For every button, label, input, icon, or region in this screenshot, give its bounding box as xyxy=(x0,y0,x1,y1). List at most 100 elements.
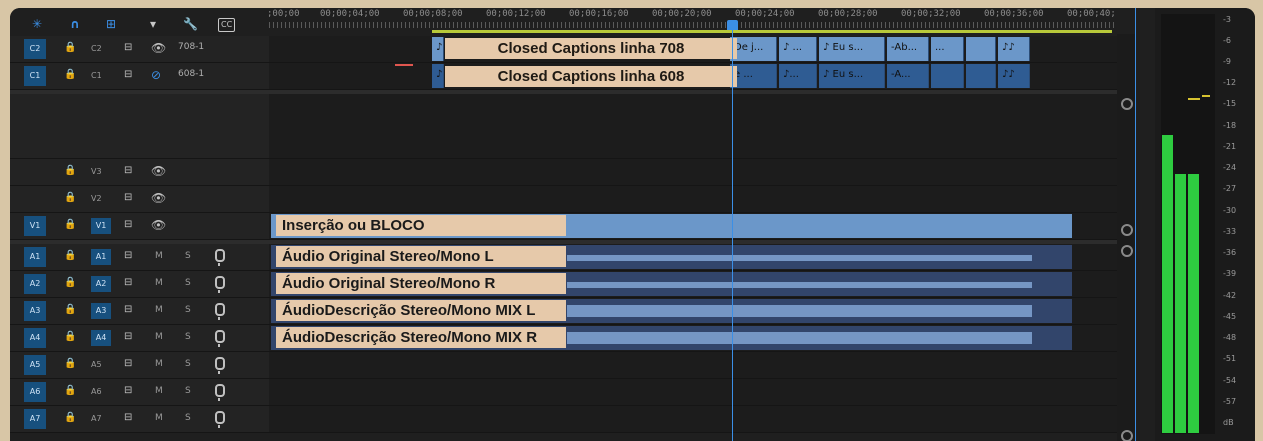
track-header-a1[interactable]: A1 🔒 A1 ⊟ M S xyxy=(10,244,269,271)
lock-icon[interactable]: 🔒 xyxy=(64,386,76,396)
eye-icon[interactable]: 👁 xyxy=(151,42,166,54)
lock-icon[interactable]: 🔒 xyxy=(64,359,76,369)
track-header-a2[interactable]: A2 🔒 A2 ⊟ M S xyxy=(10,271,269,298)
lock-icon[interactable]: 🔒 xyxy=(64,70,76,80)
mute-button[interactable]: M xyxy=(155,251,163,261)
track-target-a6[interactable]: A6 xyxy=(24,382,46,402)
lock-icon[interactable]: 🔒 xyxy=(64,43,76,53)
lane-v1[interactable]: Inserção ou BLOCO xyxy=(269,213,1117,240)
sync-lock-icon[interactable]: ⊟ xyxy=(124,278,132,288)
track-target-a1[interactable]: A1 xyxy=(24,247,46,267)
microphone-icon[interactable] xyxy=(215,411,225,428)
track-header-v1[interactable]: V1 🔒 V1 ⊟ 👁 xyxy=(10,213,269,240)
lane-c1[interactable]: ♪ e ... ♪... ♪ Eu s... -A... ♪♪ Closed C… xyxy=(269,63,1117,90)
track-target-a2[interactable]: A2 xyxy=(24,274,46,294)
track-target-a4[interactable]: A4 xyxy=(24,328,46,348)
playhead-handle[interactable] xyxy=(727,20,738,30)
sync-lock-icon[interactable]: ⊟ xyxy=(124,305,132,315)
sync-lock-icon[interactable]: ⊟ xyxy=(124,332,132,342)
caption-block[interactable]: ♪ Eu s... xyxy=(819,64,885,88)
vertical-scrollbar[interactable] xyxy=(1117,34,1135,441)
lane-c2[interactable]: ♪ De j... ♪ ... ♪ Eu s... -Ab... ... ♪♪ … xyxy=(269,36,1117,63)
eye-icon[interactable]: 👁 xyxy=(151,192,166,204)
eye-icon[interactable]: 👁 xyxy=(151,165,166,177)
track-header-a5[interactable]: A5 🔒 A5 ⊟ M S xyxy=(10,352,269,379)
solo-button[interactable]: S xyxy=(185,332,191,342)
sync-lock-icon[interactable]: ⊟ xyxy=(124,359,132,369)
caption-block[interactable]: ... xyxy=(931,37,964,61)
caption-block[interactable]: ♪ xyxy=(432,64,444,88)
lock-icon[interactable]: 🔒 xyxy=(64,193,76,203)
playhead-line[interactable] xyxy=(732,30,733,441)
solo-button[interactable]: S xyxy=(185,305,191,315)
microphone-icon[interactable] xyxy=(215,330,225,347)
mute-button[interactable]: M xyxy=(155,305,163,315)
track-target-a5[interactable]: A5 xyxy=(24,355,46,375)
snap-icon[interactable]: ✳ xyxy=(32,18,42,30)
linked-selection-icon[interactable]: ⊞ xyxy=(106,18,116,30)
scroll-handle-audio-bottom[interactable] xyxy=(1121,430,1133,441)
track-header-a6[interactable]: A6 🔒 A6 ⊟ M S xyxy=(10,379,269,406)
track-header-v2[interactable]: 🔒 V2 ⊟ 👁 xyxy=(10,186,269,213)
lane-a6[interactable] xyxy=(269,379,1117,406)
caption-block[interactable] xyxy=(966,37,996,61)
mute-button[interactable]: M xyxy=(155,413,163,423)
track-header-a4[interactable]: A4 🔒 A4 ⊟ M S xyxy=(10,325,269,352)
lock-icon[interactable]: 🔒 xyxy=(64,166,76,176)
caption-block[interactable]: ♪ Eu s... xyxy=(819,37,885,61)
add-marker-icon[interactable]: ▾ xyxy=(150,18,156,30)
scroll-handle-audio[interactable] xyxy=(1121,245,1133,257)
magnet-icon[interactable]: ∩ xyxy=(70,18,80,30)
caption-block[interactable]: e ... xyxy=(730,64,777,88)
mute-button[interactable]: M xyxy=(155,359,163,369)
lock-icon[interactable]: 🔒 xyxy=(64,251,76,261)
track-header-c1[interactable]: C1 🔒 C1 ⊟ ⊘ 608-1 xyxy=(10,63,269,90)
track-target-a3[interactable]: A3 xyxy=(24,301,46,321)
solo-button[interactable]: S xyxy=(185,251,191,261)
caption-block[interactable]: ♪♪ xyxy=(998,37,1030,61)
lane-v3[interactable] xyxy=(269,159,1117,186)
sync-lock-icon[interactable]: ⊟ xyxy=(124,70,132,80)
track-target-c1[interactable]: C1 xyxy=(24,66,46,86)
lock-icon[interactable]: 🔒 xyxy=(64,332,76,342)
lane-a1[interactable]: Áudio Original Stereo/Mono L xyxy=(269,244,1117,271)
track-header-a3[interactable]: A3 🔒 A3 ⊟ M S xyxy=(10,298,269,325)
scroll-handle-bottom[interactable] xyxy=(1121,224,1133,236)
solo-button[interactable]: S xyxy=(185,278,191,288)
empty-lane-area[interactable] xyxy=(269,94,1117,159)
sync-lock-icon[interactable]: ⊟ xyxy=(124,413,132,423)
caption-block[interactable]: ♪... xyxy=(779,64,817,88)
caption-block[interactable] xyxy=(966,64,996,88)
scroll-handle-top[interactable] xyxy=(1121,98,1133,110)
time-ruler[interactable]: ;00;00 00;00;04;00 00;00;08;00 00;00;12;… xyxy=(269,8,1117,34)
sync-lock-icon[interactable]: ⊟ xyxy=(124,386,132,396)
caption-block[interactable] xyxy=(931,64,964,88)
wrench-icon[interactable]: 🔧 xyxy=(183,18,198,30)
microphone-icon[interactable] xyxy=(215,249,225,266)
track-header-a7[interactable]: A7 🔒 A7 ⊟ M S xyxy=(10,406,269,433)
microphone-icon[interactable] xyxy=(215,303,225,320)
caption-block[interactable]: ♪ ... xyxy=(779,37,817,61)
work-area-bar[interactable] xyxy=(432,30,1112,33)
eye-icon[interactable]: 👁 xyxy=(151,219,166,231)
microphone-icon[interactable] xyxy=(215,384,225,401)
track-target-c2[interactable]: C2 xyxy=(24,39,46,59)
lane-a3[interactable]: ÁudioDescrição Stereo/Mono MIX L xyxy=(269,298,1117,325)
eye-hidden-icon[interactable]: ⊘ xyxy=(151,69,161,81)
lock-icon[interactable]: 🔒 xyxy=(64,220,76,230)
solo-button[interactable]: S xyxy=(185,359,191,369)
mute-button[interactable]: M xyxy=(155,386,163,396)
lane-a5[interactable] xyxy=(269,352,1117,379)
caption-block[interactable]: ♪ xyxy=(432,37,444,61)
lane-a7[interactable] xyxy=(269,406,1117,433)
track-header-v3[interactable]: 🔒 V3 ⊟ 👁 xyxy=(10,159,269,186)
microphone-icon[interactable] xyxy=(215,357,225,374)
caption-block[interactable]: -A... xyxy=(887,64,929,88)
solo-button[interactable]: S xyxy=(185,386,191,396)
captions-icon[interactable]: CC xyxy=(218,18,236,32)
sync-lock-icon[interactable]: ⊟ xyxy=(124,43,132,53)
solo-button[interactable]: S xyxy=(185,413,191,423)
sync-lock-icon[interactable]: ⊟ xyxy=(124,166,132,176)
mute-button[interactable]: M xyxy=(155,332,163,342)
microphone-icon[interactable] xyxy=(215,276,225,293)
